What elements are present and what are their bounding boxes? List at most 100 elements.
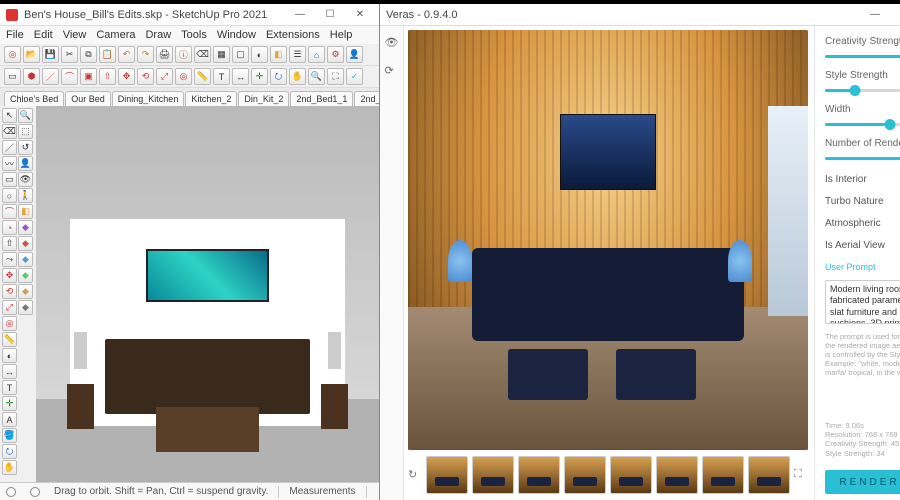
menu-item[interactable]: Tools (181, 29, 207, 41)
push-icon[interactable]: ⇧ (2, 236, 17, 251)
arc-icon[interactable]: ⌒ (61, 68, 78, 85)
circle-icon[interactable]: ○ (2, 188, 17, 203)
print-icon[interactable]: 🖨 (156, 46, 173, 63)
freehand-icon[interactable]: 〰 (2, 156, 17, 171)
ext1-icon[interactable]: ◆ (18, 220, 33, 235)
paint-icon[interactable]: 🪣 (2, 428, 17, 443)
render-preview[interactable] (408, 30, 808, 450)
min-button[interactable]: — (287, 7, 313, 23)
menu-item[interactable]: Edit (34, 29, 53, 41)
menu-item[interactable]: Camera (96, 29, 135, 41)
menu-item[interactable]: Window (217, 29, 256, 41)
pie-icon[interactable]: ◔ (2, 220, 17, 235)
thumbnail[interactable] (426, 456, 468, 494)
select-icon[interactable]: ▭ (4, 68, 21, 85)
prev-icon[interactable]: ↺ (18, 140, 33, 155)
section-icon[interactable]: ◧ (18, 204, 33, 219)
warehouse-icon[interactable]: ⌂ (308, 46, 325, 63)
zoom-icon[interactable]: 🔍 (308, 68, 325, 85)
move-icon[interactable]: ✥ (118, 68, 135, 85)
veras-titlebar[interactable]: Veras - 0.9.4.0 — ☐ ✕ (380, 4, 900, 26)
redo-icon[interactable]: ↷ (137, 46, 154, 63)
slider-track[interactable] (825, 89, 900, 92)
scene-tab[interactable]: Kitchen_2 (185, 91, 237, 106)
walk-icon[interactable]: 🚶 (18, 188, 33, 203)
menu-item[interactable]: Draw (145, 29, 171, 41)
thumbnail[interactable] (518, 456, 560, 494)
veras-launch-icon[interactable]: ✓ (346, 68, 363, 85)
position-cam-icon[interactable]: 👤 (18, 156, 33, 171)
tape-icon[interactable]: 📏 (2, 332, 17, 347)
history-icon[interactable]: ↻ (408, 468, 422, 482)
model-info-icon[interactable]: ⓘ (175, 46, 192, 63)
menu-item[interactable]: File (6, 29, 24, 41)
scale-icon[interactable]: ⤢ (2, 300, 17, 315)
3dtext-icon[interactable]: A (2, 412, 17, 427)
extension-icon[interactable]: ⚙ (327, 46, 344, 63)
eraser-icon[interactable]: ⌫ (2, 124, 17, 139)
dim-icon[interactable]: ↔ (232, 68, 249, 85)
orbit-icon[interactable]: ⭮ (2, 444, 17, 459)
menu-item[interactable]: Extensions (266, 29, 320, 41)
line-icon[interactable]: ／ (2, 140, 17, 155)
prompt-input[interactable]: Modern living room with 3d fabricated pa… (825, 280, 900, 324)
shape-icon[interactable]: ▣ (80, 68, 97, 85)
follow-icon[interactable]: ⤳ (2, 252, 17, 267)
new-icon[interactable]: ◎ (4, 46, 21, 63)
offset-icon[interactable]: ◎ (2, 316, 17, 331)
arc-icon[interactable]: ⌒ (2, 204, 17, 219)
paste-icon[interactable]: 📋 (99, 46, 116, 63)
layer-icon[interactable]: ☰ (289, 46, 306, 63)
pan-icon[interactable]: ✋ (289, 68, 306, 85)
refresh-icon[interactable]: ⟳ (385, 64, 399, 78)
sketchup-titlebar[interactable]: Ben's House_Bill's Edits.skp - SketchUp … (0, 4, 379, 26)
scene-tab[interactable]: Our Bed (65, 91, 111, 106)
zoom-icon[interactable]: 🔍 (18, 108, 33, 123)
move-icon[interactable]: ✥ (2, 268, 17, 283)
slider-thumb[interactable] (885, 119, 896, 130)
offset-icon[interactable]: ◎ (175, 68, 192, 85)
thumbnail[interactable] (564, 456, 606, 494)
zoom-win-icon[interactable]: ⬚ (18, 124, 33, 139)
axes-icon[interactable]: ✛ (2, 396, 17, 411)
max-button[interactable]: ☐ (892, 7, 900, 23)
scene-tab[interactable]: Dining_Kitchen (112, 91, 185, 106)
thumbnail[interactable] (472, 456, 514, 494)
min-button[interactable]: — (862, 7, 888, 23)
component-icon[interactable]: ⬢ (23, 68, 40, 85)
dim-icon[interactable]: ↔ (2, 364, 17, 379)
axes-icon[interactable]: ✛ (251, 68, 268, 85)
pan-icon[interactable]: ✋ (2, 460, 17, 475)
scene-tab[interactable]: 2nd_Office_1 (354, 91, 379, 106)
ext5-icon[interactable]: ◆ (18, 284, 33, 299)
eraser-icon[interactable]: ⌫ (194, 46, 211, 63)
menu-item[interactable]: Help (330, 29, 353, 41)
tape-icon[interactable]: 📏 (194, 68, 211, 85)
render-button[interactable]: RENDER (825, 470, 900, 494)
save-icon[interactable]: 💾 (42, 46, 59, 63)
rotate-icon[interactable]: ⟲ (137, 68, 154, 85)
protractor-icon[interactable]: ◐ (2, 348, 17, 363)
shadow-icon[interactable]: ◐ (251, 46, 268, 63)
look-icon[interactable]: 👁 (18, 172, 33, 187)
scene-tab[interactable]: 2nd_Bed1_1 (290, 91, 353, 106)
push-icon[interactable]: ⇧ (99, 68, 116, 85)
menu-item[interactable]: View (63, 29, 87, 41)
scene-tab[interactable]: Chloe's Bed (4, 91, 64, 106)
text-icon[interactable]: T (2, 380, 17, 395)
sketchup-viewport[interactable] (36, 106, 379, 482)
zoom-extents-icon[interactable]: ⛶ (327, 68, 344, 85)
copy-icon[interactable]: ⧉ (80, 46, 97, 63)
rotate-icon[interactable]: ⟲ (2, 284, 17, 299)
text-icon[interactable]: T (213, 68, 230, 85)
style-icon[interactable]: ▢ (232, 46, 249, 63)
slider-thumb[interactable] (849, 85, 860, 96)
slider-track[interactable] (825, 157, 900, 160)
ext3-icon[interactable]: ◆ (18, 252, 33, 267)
thumbnail[interactable] (702, 456, 744, 494)
ext4-icon[interactable]: ◆ (18, 268, 33, 283)
close-button[interactable]: ✕ (347, 7, 373, 23)
cut-icon[interactable]: ✂ (61, 46, 78, 63)
eye-icon[interactable]: 👁 (385, 36, 399, 50)
thumbnail[interactable] (610, 456, 652, 494)
